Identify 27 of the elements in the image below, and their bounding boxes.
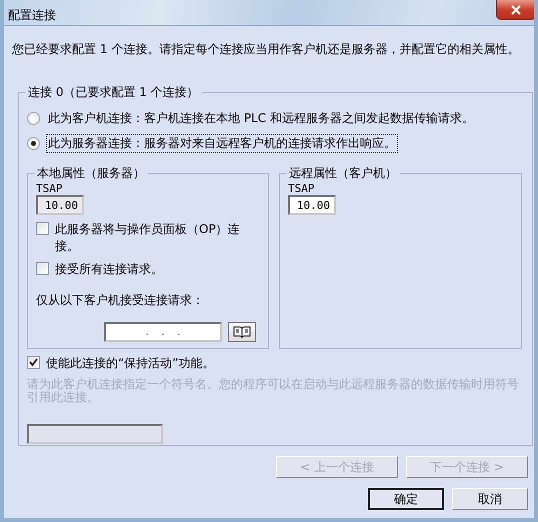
checkbox[interactable]	[27, 356, 40, 369]
group-title: 远程属性（客户机）	[288, 165, 398, 182]
checkbox-label: 此服务器将与操作员面板（OP）连接。	[55, 221, 241, 255]
hint-text: 请为此客户机连接指定一个符号名。您的程序可以在启动与此远程服务器的数据传输时用符号引用此连接。	[27, 378, 520, 404]
dialog-button[interactable]: 确定	[368, 488, 444, 510]
checkbox-label: 接受所有连接请求。	[55, 261, 163, 278]
ip-address-field[interactable]: . . .	[104, 322, 222, 342]
tsap-field[interactable]: 10.00	[288, 195, 336, 215]
close-button[interactable]	[496, 0, 534, 20]
radio-button[interactable]	[27, 137, 40, 150]
group-title: 本地属性（服务器）	[36, 165, 146, 182]
radio-button[interactable]	[27, 112, 40, 125]
window-title: 配置连接	[7, 7, 56, 24]
tsap-label: TSAP	[288, 182, 314, 195]
checkbox[interactable]	[36, 262, 49, 275]
checkbox[interactable]	[36, 222, 49, 235]
checkbox-label: 使能此连接的“保持活动”功能。	[46, 355, 214, 372]
accept-label: 仅从以下客户机接受连接请求：	[36, 292, 204, 309]
radio-label: 此为客户机连接：客户机连接在本地 PLC 和远程服务器之间发起数据传输请求。	[47, 110, 475, 127]
close-icon	[511, 4, 521, 14]
dialog-button[interactable]: 取消	[452, 488, 528, 510]
radio-label: 此为服务器连接：服务器对来自远程客户机的连接请求作出响应。	[46, 134, 398, 153]
group-title: 连接 0（已要求配置 1 个连接）	[27, 84, 200, 101]
book-icon	[233, 325, 251, 339]
browse-button[interactable]	[228, 322, 256, 342]
intro-text: 您已经要求配置 1 个连接。请指定每个连接应当用作客户机还是服务器，并配置它的相关属性。	[11, 41, 520, 58]
tsap-label: TSAP	[36, 182, 62, 195]
